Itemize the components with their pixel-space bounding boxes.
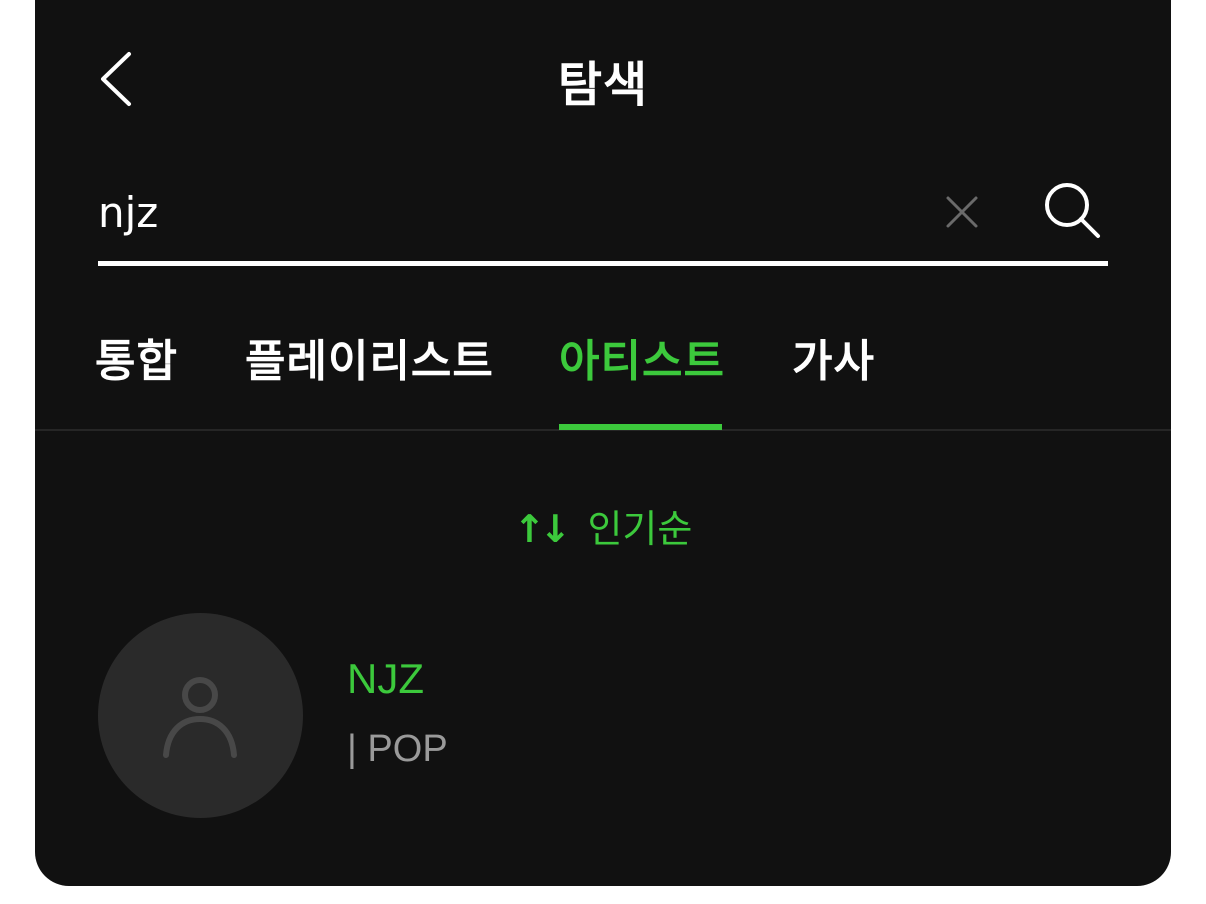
search-underline (98, 261, 1108, 266)
page-title: 탐색 (557, 57, 649, 113)
sort-label: 인기순 (587, 507, 693, 551)
sort-arrows-icon: ↑↓ (513, 507, 572, 551)
tab-artist[interactable]: 아티스트 (559, 325, 725, 389)
search-panel: 탐색 통합 플레이리스트 아티스트 가사 ↑↓ 인기순 NJZ | POP (35, 0, 1171, 886)
close-icon (946, 196, 978, 228)
person-icon (163, 677, 237, 758)
search-input[interactable] (98, 180, 898, 244)
artist-name[interactable]: NJZ (347, 655, 424, 703)
clear-search-button[interactable] (940, 190, 984, 234)
tab-lyrics[interactable]: 가사 (792, 325, 875, 389)
search-icon (1045, 183, 1100, 238)
tab-integrated[interactable]: 통합 (95, 325, 178, 389)
avatar[interactable] (98, 613, 303, 818)
artist-genre: | POP (347, 728, 448, 770)
active-tab-indicator (559, 424, 722, 430)
search-button[interactable] (1040, 178, 1104, 242)
sort-button[interactable]: ↑↓ 인기순 (35, 498, 1171, 553)
tab-playlist[interactable]: 플레이리스트 (245, 325, 494, 389)
